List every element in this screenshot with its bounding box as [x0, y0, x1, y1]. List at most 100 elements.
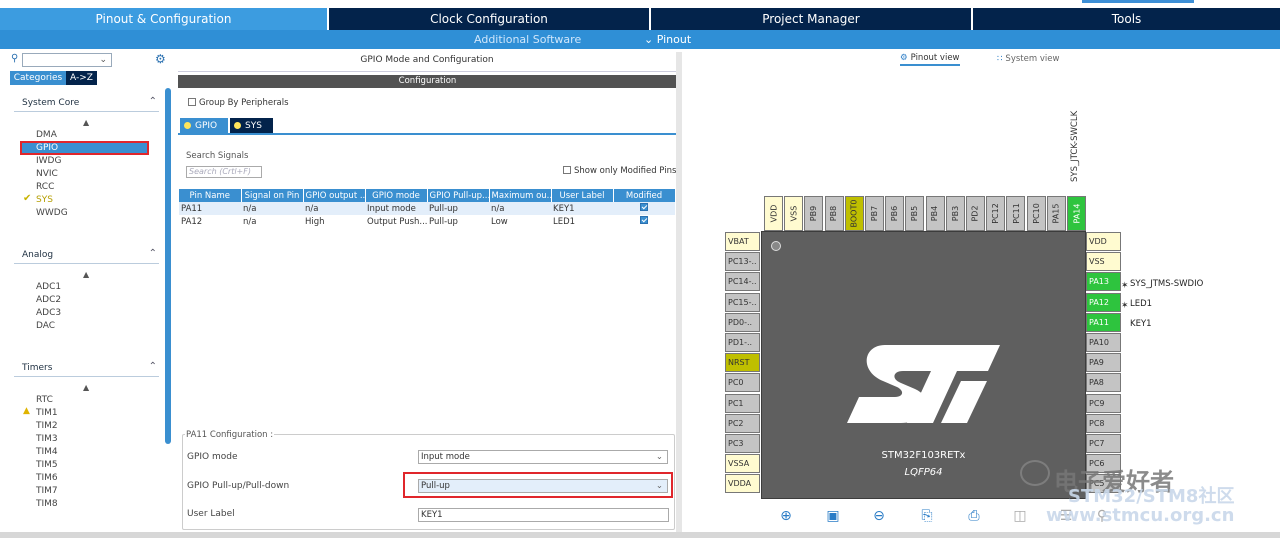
- list-item-tim4[interactable]: TIM4: [36, 447, 58, 457]
- table-row[interactable]: PA12 n/a High Output Push... Pull-up Low…: [179, 215, 675, 228]
- column-gpio-mode[interactable]: GPIO mode: [365, 189, 428, 202]
- pin-top-3[interactable]: PB8: [824, 196, 844, 231]
- tab-project-manager[interactable]: Project Manager: [651, 8, 973, 30]
- list-item-nvic[interactable]: NVIC: [36, 169, 58, 179]
- pin-top-9[interactable]: PB3: [945, 196, 965, 231]
- list-item-wwdg[interactable]: WWDG: [36, 208, 68, 218]
- pin-top-15[interactable]: PA14: [1067, 196, 1086, 231]
- user-label-input[interactable]: KEY1: [418, 508, 669, 522]
- additional-software-link[interactable]: Additional Software: [474, 33, 581, 46]
- pin-top-5[interactable]: PB7: [865, 196, 884, 231]
- pin-right-2[interactable]: PA13: [1086, 272, 1121, 292]
- tab-gpio[interactable]: GPIO: [180, 118, 228, 133]
- sort-icon[interactable]: ▲: [83, 383, 89, 392]
- pinout-menu[interactable]: ⌄ Pinout: [644, 33, 691, 46]
- export-icon[interactable]: ⎘: [918, 508, 936, 524]
- pin-top-14[interactable]: PA15: [1046, 196, 1066, 231]
- list-item-adc1[interactable]: ADC1: [36, 282, 61, 292]
- category-timers[interactable]: Timers ⌃: [14, 359, 159, 377]
- list-item-rcc[interactable]: RCC: [36, 182, 54, 192]
- pin-top-12[interactable]: PC11: [1006, 196, 1026, 231]
- pin-top-4[interactable]: BOOT0: [844, 196, 864, 231]
- pin-top-1[interactable]: VSS: [784, 196, 804, 231]
- pin-top-7[interactable]: PB5: [905, 196, 925, 231]
- pin-left-7[interactable]: PC0: [725, 373, 760, 393]
- panel-splitter[interactable]: [676, 52, 682, 534]
- column-user-label[interactable]: User Label: [551, 189, 614, 202]
- sort-icon[interactable]: ▲: [83, 118, 89, 127]
- pin-top-8[interactable]: PB4: [925, 196, 945, 231]
- pin-right-1[interactable]: VSS: [1086, 252, 1121, 272]
- pin-left-3[interactable]: PC15-..: [725, 292, 760, 312]
- list-item-tim6[interactable]: TIM6: [36, 473, 58, 483]
- pin-right-5[interactable]: PA10: [1086, 333, 1121, 352]
- pin-top-11[interactable]: PC12: [986, 196, 1006, 231]
- list-item-rtc[interactable]: RTC: [36, 395, 53, 405]
- list-item-tim7[interactable]: TIM7: [36, 486, 58, 496]
- pinout-view-tab[interactable]: ⚙ Pinout view: [900, 52, 960, 66]
- list-item-tim3[interactable]: TIM3: [36, 434, 58, 444]
- column-modified[interactable]: Modified: [613, 189, 676, 202]
- list-item-gpio[interactable]: GPIO: [36, 143, 58, 153]
- pin-left-11[interactable]: VSSA: [725, 454, 760, 474]
- pin-top-10[interactable]: PD2: [966, 196, 985, 231]
- pin-right-4[interactable]: PA11: [1086, 312, 1121, 332]
- column-signal[interactable]: Signal on Pin: [241, 189, 304, 202]
- list-item-tim5[interactable]: TIM5: [36, 460, 58, 470]
- modified-checkbox[interactable]: [640, 203, 648, 211]
- fit-screen-icon[interactable]: ▣: [824, 508, 842, 524]
- category-system-core[interactable]: System Core ⌃: [14, 94, 159, 112]
- column-pull[interactable]: GPIO Pull-up...: [427, 189, 490, 202]
- table-row[interactable]: PA11 n/a n/a Input mode Pull-up n/a KEY1: [179, 202, 675, 215]
- pin-top-6[interactable]: PB6: [885, 196, 905, 231]
- tab-a-z[interactable]: A->Z: [66, 71, 97, 85]
- zoom-in-icon[interactable]: ⊕: [777, 508, 795, 524]
- pin-top-2[interactable]: PB9: [804, 196, 824, 231]
- tab-pinout-configuration[interactable]: Pinout & Configuration: [0, 8, 329, 30]
- list-item-dma[interactable]: DMA: [36, 130, 57, 140]
- pin-left-8[interactable]: PC1: [725, 393, 760, 413]
- pin-top-0[interactable]: VDD: [764, 196, 783, 231]
- gpio-mode-select[interactable]: Input mode ⌄: [418, 450, 668, 464]
- pin-right-9[interactable]: PC8: [1086, 413, 1121, 433]
- list-item-tim8[interactable]: TIM8: [36, 499, 58, 509]
- pin-left-6[interactable]: NRST: [725, 353, 760, 373]
- tab-categories[interactable]: Categories: [10, 71, 66, 85]
- pin-right-3[interactable]: PA12: [1086, 292, 1121, 312]
- pin-right-10[interactable]: PC7: [1086, 434, 1121, 453]
- list-item-tim1[interactable]: TIM1: [36, 408, 58, 418]
- pin-left-9[interactable]: PC2: [725, 413, 760, 433]
- import-icon[interactable]: ⎙: [965, 508, 983, 524]
- tab-sys[interactable]: SYS: [230, 118, 273, 133]
- pin-left-12[interactable]: VDDA: [725, 474, 760, 494]
- tab-clock-configuration[interactable]: Clock Configuration: [329, 8, 651, 30]
- modified-checkbox[interactable]: [640, 216, 648, 224]
- pin-right-6[interactable]: PA9: [1086, 353, 1121, 373]
- list-item-tim2[interactable]: TIM2: [36, 421, 58, 431]
- column-max-output[interactable]: Maximum ou...: [489, 189, 552, 202]
- search-signals-input[interactable]: Search (Crtl+F): [186, 166, 262, 178]
- pin-right-8[interactable]: PC9: [1086, 393, 1121, 413]
- list-item-iwdg[interactable]: IWDG: [36, 156, 61, 166]
- list-item-adc3[interactable]: ADC3: [36, 308, 61, 318]
- list-item-sys[interactable]: SYS: [36, 195, 53, 205]
- split-icon[interactable]: ◫: [1011, 508, 1029, 524]
- pin-top-13[interactable]: PC10: [1026, 196, 1046, 231]
- system-view-tab[interactable]: ∷ System view: [997, 52, 1059, 66]
- category-analog[interactable]: Analog ⌃: [14, 246, 159, 264]
- tab-tools[interactable]: Tools: [973, 8, 1280, 30]
- pin-right-7[interactable]: PA8: [1086, 373, 1121, 393]
- show-modified-checkbox[interactable]: Show only Modified Pins: [563, 166, 676, 176]
- pin-right-0[interactable]: VDD: [1086, 232, 1121, 251]
- pin-left-4[interactable]: PD0-..: [725, 312, 760, 332]
- gear-icon[interactable]: ⚙: [155, 52, 166, 66]
- category-search-input[interactable]: ⌄: [22, 53, 112, 67]
- pin-left-2[interactable]: PC14-..: [725, 272, 760, 292]
- list-item-adc2[interactable]: ADC2: [36, 295, 61, 305]
- column-gpio-output[interactable]: GPIO output ...: [303, 189, 366, 202]
- sort-icon[interactable]: ▲: [83, 270, 89, 279]
- column-pin-name[interactable]: Pin Name: [179, 189, 242, 202]
- group-by-peripherals-checkbox[interactable]: Group By Peripherals: [188, 98, 289, 108]
- pin-left-5[interactable]: PD1-..: [725, 333, 760, 352]
- pin-left-10[interactable]: PC3: [725, 434, 760, 453]
